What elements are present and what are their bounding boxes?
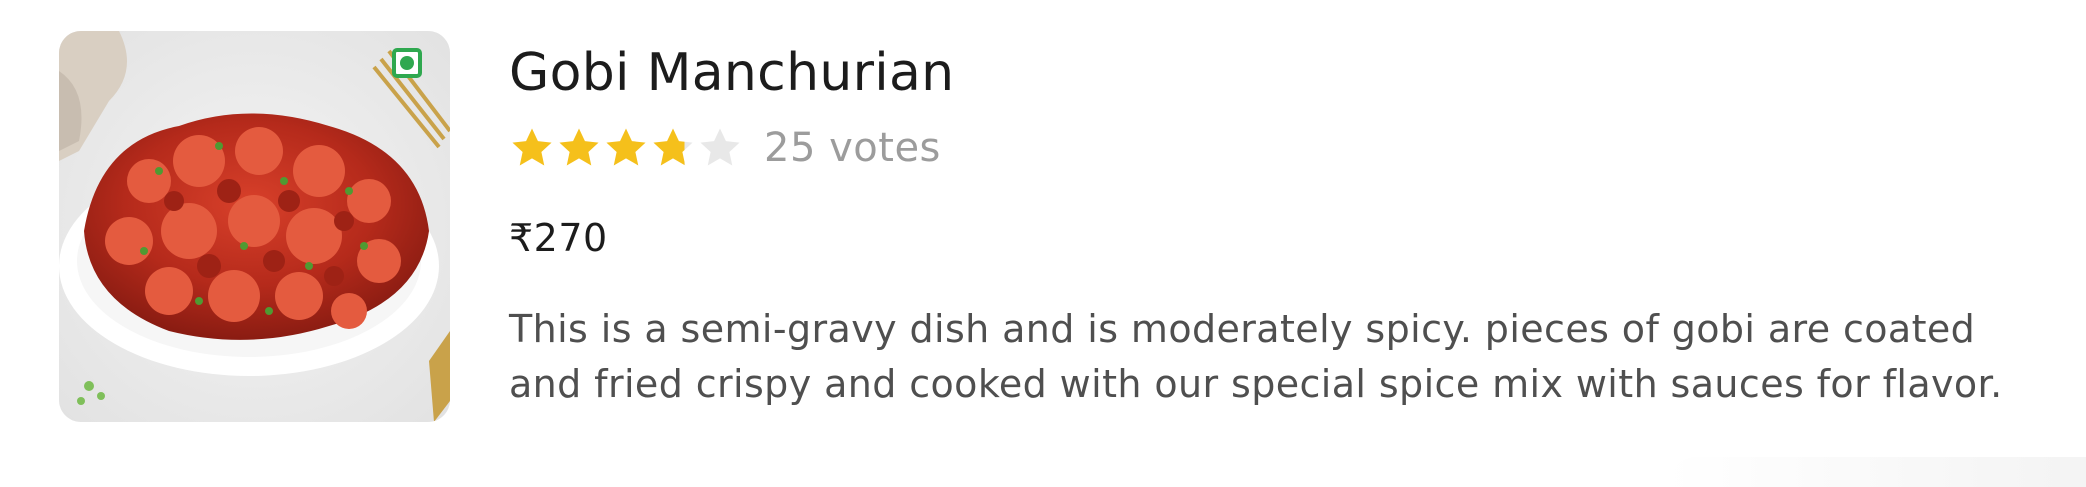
votes-count: 25 votes [764, 125, 941, 171]
item-title: Gobi Manchurian [509, 43, 955, 103]
item-description: This is a semi-gravy dish and is moderat… [509, 307, 2003, 406]
star-icon [700, 128, 740, 166]
star-icon [512, 128, 552, 166]
veg-dot [400, 56, 414, 70]
star-rating [509, 125, 744, 171]
veg-icon [392, 48, 422, 78]
item-price: ₹270 [509, 216, 608, 260]
star-icon [653, 128, 693, 166]
dish-image[interactable] [59, 31, 450, 422]
food-dish-image [59, 31, 450, 422]
star-icon [606, 128, 646, 166]
item-details: Gobi Manchurian 25 votes ₹270 This is a … [509, 40, 2019, 412]
menu-item-card: Gobi Manchurian 25 votes ₹270 This is a … [0, 0, 2086, 487]
rating-row: 25 votes [509, 120, 2019, 176]
scroll-fade [1666, 457, 2086, 487]
star-icon [559, 128, 599, 166]
